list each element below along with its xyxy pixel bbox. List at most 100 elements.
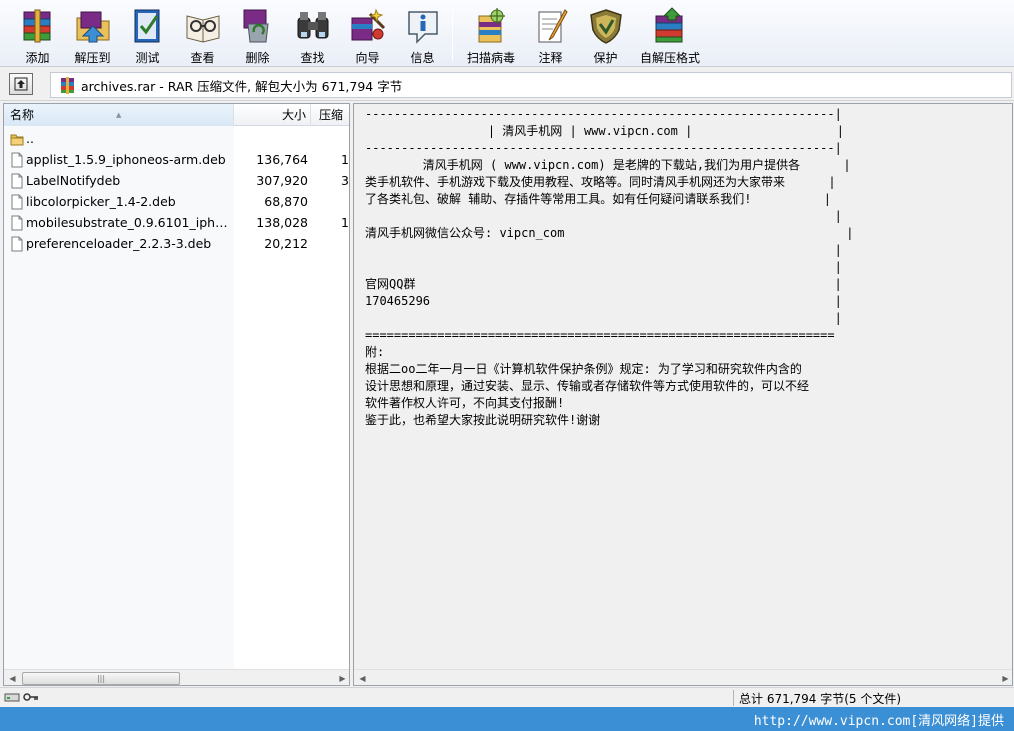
protect-shield-icon	[586, 6, 626, 46]
wizard-button[interactable]: 向导	[340, 0, 395, 65]
comment-line: |	[365, 260, 842, 274]
file-row[interactable]: mobilesubstrate_0.9.6101_iphone... 138,02…	[4, 212, 349, 233]
column-size-header[interactable]: 大小	[234, 104, 311, 126]
comment-line: 软件著作权人许可，不向其支付报酬!	[365, 396, 565, 410]
comment-line: 附:	[365, 345, 385, 359]
key-icon[interactable]	[23, 691, 39, 703]
find-label: 查找	[300, 51, 325, 65]
comment-line: |	[365, 209, 842, 223]
file-icon	[11, 152, 23, 168]
find-button[interactable]: 查找	[285, 0, 340, 65]
file-icon	[11, 173, 23, 189]
comment-icon	[531, 6, 571, 46]
extract-to-icon	[73, 6, 113, 46]
file-icon	[11, 236, 23, 252]
list-header: 名称 ▲ 大小 压缩	[4, 104, 349, 126]
file-size: 307,920	[256, 173, 308, 188]
sfx-icon	[650, 6, 690, 46]
file-row[interactable]: ..	[4, 128, 349, 149]
comment-button[interactable]: 注释	[523, 0, 578, 65]
archive-comment-text: ----------------------------------------…	[365, 106, 853, 429]
test-icon	[128, 6, 168, 46]
protect-label: 保护	[593, 51, 618, 65]
toolbar: 添加 解压到 测试 查看 删除 查找 向导 信息 扫描病毒 注释 保护 自解压格…	[0, 0, 1014, 67]
up-folder-button[interactable]	[9, 73, 33, 95]
comment-line: 鉴于此，也希望大家按此说明研究软件!谢谢	[365, 413, 601, 427]
scroll-left-arrow-icon[interactable]: ◀	[354, 670, 371, 685]
address-text: archives.rar - RAR 压缩文件, 解包大小为 671,794 字…	[81, 78, 403, 94]
column-packed-header[interactable]: 压缩	[311, 104, 349, 126]
extract-to-label: 解压到	[74, 51, 111, 65]
scroll-left-arrow-icon[interactable]: ◀	[4, 670, 21, 685]
comment-line: ----------------------------------------…	[365, 107, 842, 121]
comment-pane: ----------------------------------------…	[353, 103, 1013, 686]
view-icon	[183, 6, 223, 46]
comment-line: |	[365, 243, 842, 257]
comment-label: 注释	[538, 51, 563, 65]
extract-to-button[interactable]: 解压到	[65, 0, 120, 65]
virus-scan-label: 扫描病毒	[466, 51, 515, 65]
info-icon	[403, 6, 443, 46]
comment-line: | 清风手机网 | www.vipcn.com | |	[365, 124, 845, 138]
sfx-label: 自解压格式	[639, 51, 700, 65]
file-size: 20,212	[264, 236, 308, 251]
wizard-icon	[348, 6, 388, 46]
file-row[interactable]: LabelNotifydeb 307,920 3	[4, 170, 349, 191]
delete-button[interactable]: 删除	[230, 0, 285, 65]
address-bar: archives.rar - RAR 压缩文件, 解包大小为 671,794 字…	[0, 68, 1014, 101]
file-row[interactable]: libcolorpicker_1.4-2.deb 68,870	[4, 191, 349, 212]
sfx-button[interactable]: 自解压格式	[633, 0, 707, 65]
drive-icon[interactable]	[4, 691, 20, 703]
scroll-thumb[interactable]: |||	[22, 672, 180, 685]
file-name: LabelNotifydeb	[26, 173, 121, 188]
delete-label: 删除	[245, 51, 270, 65]
scroll-right-arrow-icon[interactable]: ▶	[997, 670, 1012, 685]
info-button[interactable]: 信息	[395, 0, 450, 65]
sort-ascending-icon: ▲	[116, 111, 122, 119]
comment-line: ========================================…	[365, 328, 835, 342]
comment-line: |	[365, 311, 842, 325]
test-button[interactable]: 测试	[120, 0, 175, 65]
protect-button[interactable]: 保护	[578, 0, 633, 65]
column-name-header[interactable]: 名称 ▲	[4, 104, 234, 126]
file-icon	[11, 194, 23, 210]
view-button[interactable]: 查看	[175, 0, 230, 65]
watermark-text: http://www.vipcn.com[清风网络]提供	[753, 714, 1004, 729]
file-packed: 1	[341, 152, 349, 167]
file-rows: .. applist_1.5.9_iphoneos-arm.deb 136,764 1…	[4, 128, 349, 254]
file-row[interactable]: preferenceloader_2.2.3-3.deb 20,212	[4, 233, 349, 254]
file-list-horizontal-scrollbar[interactable]: ◀ ||| ▶	[4, 669, 349, 685]
rar-archive-icon	[61, 76, 74, 94]
comment-line: 清风手机网微信公众号: vipcn_com |	[365, 226, 854, 240]
add-label: 添加	[25, 51, 50, 65]
scroll-right-arrow-icon[interactable]: ▶	[334, 670, 349, 685]
watermark-banner: http://www.vipcn.com[清风网络]提供	[0, 707, 1014, 731]
address-field[interactable]: archives.rar - RAR 压缩文件, 解包大小为 671,794 字…	[50, 72, 1012, 98]
status-bar: 总计 671,794 字节(5 个文件)	[0, 687, 1014, 707]
comment-line: 了各类礼包、破解 辅助、存插件等常用工具。如有任何疑问请联系我们! |	[365, 192, 831, 206]
comment-line: 官网QQ群 |	[365, 277, 842, 291]
file-name: applist_1.5.9_iphoneos-arm.deb	[26, 152, 226, 167]
virus-scan-button[interactable]: 扫描病毒	[459, 0, 523, 65]
file-size: 68,870	[264, 194, 308, 209]
comment-line: 类手机软件、手机游戏下载及使用教程、攻略等。同时清风手机网还为大家带来 |	[365, 175, 836, 189]
comment-line: 设计思想和原理，通过安装、显示、传输或者存储软件等方式使用软件的，可以不经	[365, 379, 810, 393]
file-size: 136,764	[256, 152, 308, 167]
test-label: 测试	[135, 51, 160, 65]
view-label: 查看	[190, 51, 215, 65]
comment-line: ----------------------------------------…	[365, 141, 842, 155]
column-size-label: 大小	[281, 108, 306, 122]
file-size: 138,028	[256, 215, 308, 230]
file-name: libcolorpicker_1.4-2.deb	[26, 194, 176, 209]
winrar-window: 添加 解压到 测试 查看 删除 查找 向导 信息 扫描病毒 注释 保护 自解压格…	[0, 0, 1014, 731]
info-label: 信息	[410, 51, 435, 65]
comment-line: 根据二oo二年一月一日《计算机软件保护条例》规定: 为了学习和研究软件内含的	[365, 362, 802, 376]
add-books-icon	[18, 6, 58, 46]
file-row[interactable]: applist_1.5.9_iphoneos-arm.deb 136,764 1	[4, 149, 349, 170]
add-button[interactable]: 添加	[10, 0, 65, 65]
file-list-pane: 名称 ▲ 大小 压缩 .. applist_1.5.9_iphoneos-arm.…	[3, 103, 350, 686]
comment-horizontal-scrollbar[interactable]: ◀ ▶	[354, 669, 1012, 685]
file-name: ..	[26, 131, 34, 146]
file-name: mobilesubstrate_0.9.6101_iphone...	[26, 215, 232, 230]
file-icon	[11, 215, 23, 231]
